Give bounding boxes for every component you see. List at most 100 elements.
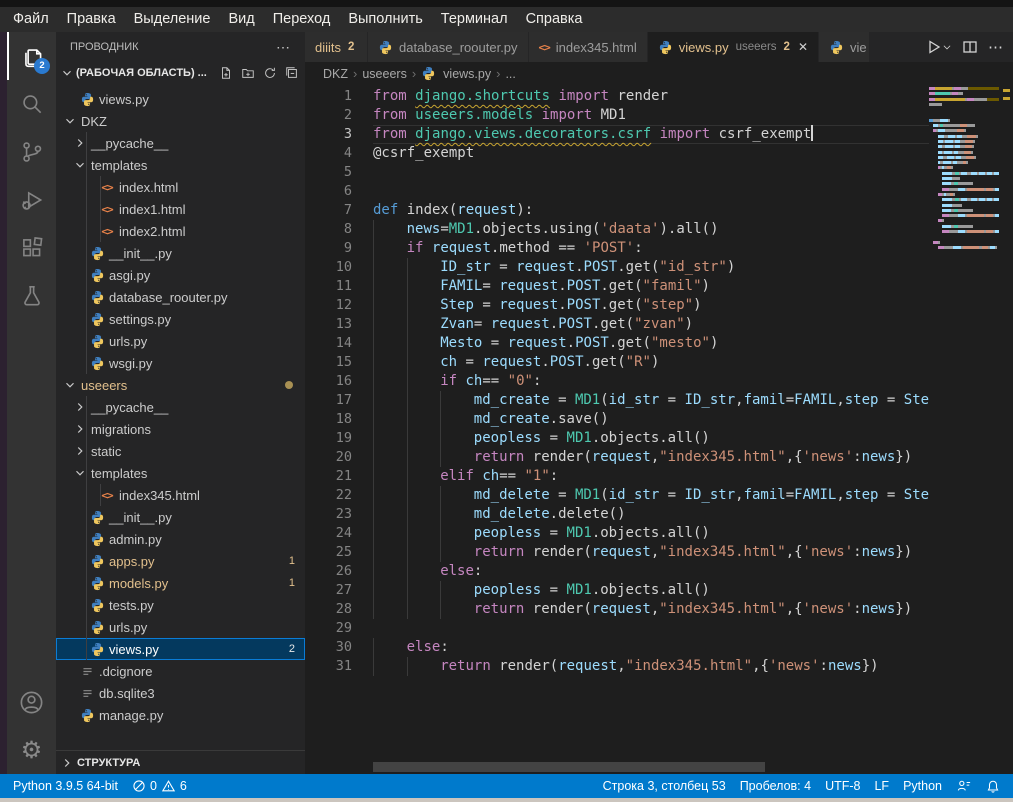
tree-item-db-sqlite3[interactable]: db.sqlite3	[56, 682, 305, 704]
code-line-26[interactable]: 26else:	[305, 562, 929, 581]
cursor-position-status[interactable]: Строка 3, столбец 53	[596, 774, 733, 798]
line-number[interactable]: 2	[305, 106, 373, 125]
breadcrumb-item[interactable]: DKZ	[323, 67, 348, 81]
line-number[interactable]: 9	[305, 239, 373, 258]
line-number[interactable]: 5	[305, 163, 373, 182]
tree-item-useeers[interactable]: useeers	[56, 374, 305, 396]
code-line-21[interactable]: 21elif ch== "1":	[305, 467, 929, 486]
search-icon[interactable]	[7, 80, 56, 128]
code-line-6[interactable]: 6	[305, 182, 929, 201]
line-number[interactable]: 30	[305, 638, 373, 657]
tree-item-views-py[interactable]: views.py	[56, 88, 305, 110]
explorer-more-icon[interactable]: ⋯	[276, 39, 291, 56]
tree-item--dcignore[interactable]: .dcignore	[56, 660, 305, 682]
tree-item-asgi-py[interactable]: asgi.py	[56, 264, 305, 286]
collapse-all-icon[interactable]	[285, 66, 299, 80]
problems-status[interactable]: 0 6	[125, 774, 194, 798]
encoding-status[interactable]: UTF-8	[818, 774, 867, 798]
workspace-section-header[interactable]: (РАБОЧАЯ ОБЛАСТЬ) ...	[56, 62, 305, 84]
testing-icon[interactable]	[7, 272, 56, 320]
code-line-22[interactable]: 22md_delete = MD1(id_str = ID_str,famil=…	[305, 486, 929, 505]
menu-item[interactable]: Правка	[58, 7, 125, 32]
tree-item-views-py[interactable]: views.py2	[56, 638, 305, 660]
tree-item-database-roouter-py[interactable]: database_roouter.py	[56, 286, 305, 308]
new-file-icon[interactable]	[219, 66, 233, 80]
code-line-18[interactable]: 18md_create.save()	[305, 410, 929, 429]
code-line-17[interactable]: 17md_create = MD1(id_str = ID_str,famil=…	[305, 391, 929, 410]
line-number[interactable]: 21	[305, 467, 373, 486]
code-line-3[interactable]: 3from django.views.decorators.csrf impor…	[305, 125, 929, 144]
eol-status[interactable]: LF	[867, 774, 896, 798]
menu-item[interactable]: Вид	[219, 7, 263, 32]
menu-item[interactable]: Файл	[4, 7, 58, 32]
code-line-10[interactable]: 10ID_str = request.POST.get("id_str")	[305, 258, 929, 277]
line-number[interactable]: 27	[305, 581, 373, 600]
menu-item[interactable]: Выделение	[125, 7, 220, 32]
line-number[interactable]: 4	[305, 144, 373, 163]
more-actions-icon[interactable]: ⋯	[988, 38, 1003, 56]
code-line-8[interactable]: 8news=MD1.objects.using('daata').all()	[305, 220, 929, 239]
new-folder-icon[interactable]	[241, 66, 255, 80]
breadcrumb-item[interactable]: useeers	[362, 67, 406, 81]
line-number[interactable]: 15	[305, 353, 373, 372]
line-number[interactable]: 19	[305, 429, 373, 448]
minimap[interactable]	[929, 87, 999, 251]
code-line-4[interactable]: 4@csrf_exempt	[305, 144, 929, 163]
code-line-27[interactable]: 27peopless = MD1.objects.all()	[305, 581, 929, 600]
line-number[interactable]: 16	[305, 372, 373, 391]
tree-item-dkz[interactable]: DKZ	[56, 110, 305, 132]
code-line-23[interactable]: 23md_delete.delete()	[305, 505, 929, 524]
line-number[interactable]: 24	[305, 524, 373, 543]
line-number[interactable]: 12	[305, 296, 373, 315]
code-line-29[interactable]: 29	[305, 619, 929, 638]
indentation-status[interactable]: Пробелов: 4	[733, 774, 818, 798]
line-number[interactable]: 22	[305, 486, 373, 505]
tab-close-icon[interactable]: ✕	[798, 40, 808, 54]
source-control-icon[interactable]	[7, 128, 56, 176]
code-line-11[interactable]: 11FAMIL= request.POST.get("famil")	[305, 277, 929, 296]
run-dropdown-icon[interactable]	[942, 42, 952, 52]
line-number[interactable]: 31	[305, 657, 373, 676]
breadcrumb[interactable]: DKZ›useeers›views.py›...	[305, 62, 1013, 85]
code-line-9[interactable]: 9if request.method == 'POST':	[305, 239, 929, 258]
tree-item-index-html[interactable]: <>index.html	[56, 176, 305, 198]
settings-gear-icon[interactable]: ⚙	[7, 726, 56, 774]
tab-views-py[interactable]: views.pyuseeers2✕	[648, 32, 818, 62]
code-line-24[interactable]: 24peopless = MD1.objects.all()	[305, 524, 929, 543]
tree-item-wsgi-py[interactable]: wsgi.py	[56, 352, 305, 374]
tree-item-tests-py[interactable]: tests.py	[56, 594, 305, 616]
tree-item-manage-py[interactable]: manage.py	[56, 704, 305, 726]
line-number[interactable]: 1	[305, 87, 373, 106]
outline-section-header[interactable]: СТРУКТУРА	[56, 750, 305, 774]
line-number[interactable]: 20	[305, 448, 373, 467]
run-debug-icon[interactable]	[7, 176, 56, 224]
line-number[interactable]: 10	[305, 258, 373, 277]
code-line-15[interactable]: 15ch = request.POST.get("R")	[305, 353, 929, 372]
line-number[interactable]: 13	[305, 315, 373, 334]
explorer-icon[interactable]: 2	[7, 32, 56, 80]
tree-item-index1-html[interactable]: <>index1.html	[56, 198, 305, 220]
tree-item-templates[interactable]: templates	[56, 462, 305, 484]
code-line-5[interactable]: 5	[305, 163, 929, 182]
code-line-20[interactable]: 20return render(request,"index345.html",…	[305, 448, 929, 467]
line-number[interactable]: 25	[305, 543, 373, 562]
menu-item[interactable]: Выполнить	[339, 7, 431, 32]
code-line-1[interactable]: 1from django.shortcuts import render	[305, 87, 929, 106]
horizontal-scrollbar[interactable]	[373, 762, 765, 772]
code-line-25[interactable]: 25return render(request,"index345.html",…	[305, 543, 929, 562]
run-python-file-icon[interactable]	[926, 39, 952, 55]
menu-item[interactable]: Терминал	[432, 7, 517, 32]
split-editor-icon[interactable]	[962, 39, 978, 55]
notifications-bell-icon[interactable]	[979, 774, 1007, 798]
line-number[interactable]: 28	[305, 600, 373, 619]
tree-item-static[interactable]: static	[56, 440, 305, 462]
tree-item--init-py[interactable]: __init__.py	[56, 506, 305, 528]
tree-item-admin-py[interactable]: admin.py	[56, 528, 305, 550]
line-number[interactable]: 26	[305, 562, 373, 581]
code-line-28[interactable]: 28return render(request,"index345.html",…	[305, 600, 929, 619]
tree-item-index2-html[interactable]: <>index2.html	[56, 220, 305, 242]
language-mode-status[interactable]: Python	[896, 774, 949, 798]
code-line-19[interactable]: 19peopless = MD1.objects.all()	[305, 429, 929, 448]
line-number[interactable]: 11	[305, 277, 373, 296]
tree-item-settings-py[interactable]: settings.py	[56, 308, 305, 330]
